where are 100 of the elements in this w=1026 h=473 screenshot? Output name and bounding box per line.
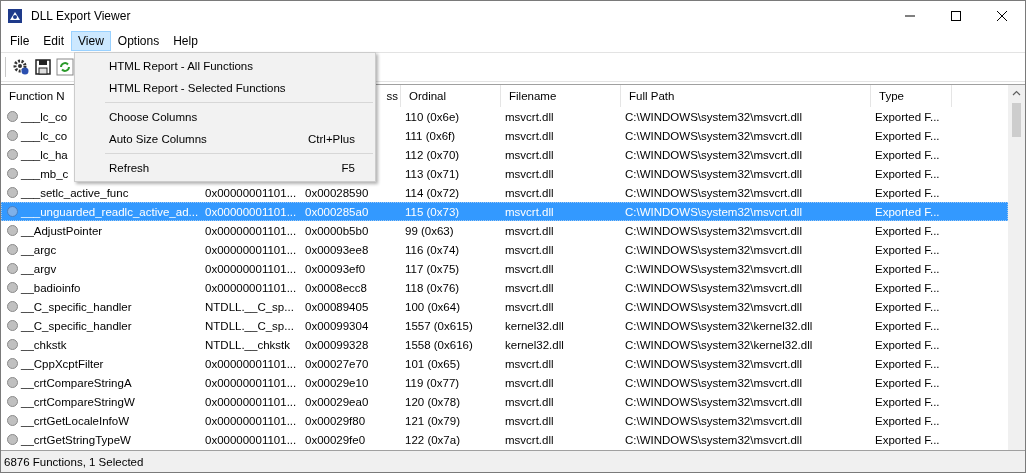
table-cell-text: 0x00000001101... xyxy=(204,357,298,370)
status-dot-icon xyxy=(7,244,18,255)
table-cell-text: C:\WINDOWS\system32\msvcrt.dll xyxy=(624,395,803,408)
status-dot-icon xyxy=(7,358,18,369)
table-cell-text: 1558 (0x616) xyxy=(404,338,474,351)
table-cell-text: 113 (0x71) xyxy=(404,167,461,180)
table-cell-text: 0x00000001101... xyxy=(204,376,298,389)
table-cell-text: C:\WINDOWS\system32\msvcrt.dll xyxy=(624,186,803,199)
table-cell-text: 118 (0x76) xyxy=(404,281,461,294)
menu-option[interactable]: Auto Size Columns Ctrl+Plus xyxy=(75,128,375,150)
table-cell-text: 110 (0x6e) xyxy=(404,110,461,123)
function-name-cell: ___mb_c xyxy=(21,167,69,180)
function-name-cell: ___lc_co xyxy=(21,129,68,142)
table-cell-text: C:\WINDOWS\system32\msvcrt.dll xyxy=(624,110,803,123)
menu-item[interactable]: View xyxy=(71,31,111,51)
table-cell-text: 0x00099304 xyxy=(304,319,370,332)
table-cell-text: Exported F... xyxy=(874,433,941,446)
table-cell-text: msvcrt.dll xyxy=(504,395,555,408)
table-cell-text: msvcrt.dll xyxy=(504,148,555,161)
menu-option[interactable]: HTML Report - Selected Functions xyxy=(75,77,375,99)
column-header[interactable]: Type xyxy=(879,90,904,102)
table-cell-text: msvcrt.dll xyxy=(504,414,555,427)
table-cell-text: msvcrt.dll xyxy=(504,376,555,389)
function-name-cell: __AdjustPointer xyxy=(21,224,103,237)
menu-item[interactable]: Edit xyxy=(36,31,72,51)
table-cell-text: 119 (0x77) xyxy=(404,376,461,389)
table-cell-text: 112 (0x70) xyxy=(404,148,461,161)
table-cell-text: Exported F... xyxy=(874,414,941,427)
table-cell-text: NTDLL.__C_sp... xyxy=(204,319,295,332)
status-dot-icon xyxy=(7,206,18,217)
scroll-thumb[interactable] xyxy=(1012,103,1021,137)
table-cell-text: 101 (0x65) xyxy=(404,357,461,370)
status-dot-icon xyxy=(7,415,18,426)
table-cell-text: msvcrt.dll xyxy=(504,129,555,142)
table-cell-text: msvcrt.dll xyxy=(504,243,555,256)
table-cell-text: 0x00028590 xyxy=(304,186,370,199)
status-dot-icon xyxy=(7,282,18,293)
column-header[interactable]: Function N xyxy=(9,90,65,102)
menu-option[interactable]: HTML Report - All Functions xyxy=(75,55,375,77)
table-cell-text: C:\WINDOWS\system32\msvcrt.dll xyxy=(624,376,803,389)
scrollbar[interactable] xyxy=(1008,85,1025,450)
save-icon[interactable] xyxy=(34,58,52,76)
table-cell-text: C:\WINDOWS\system32\msvcrt.dll xyxy=(624,357,803,370)
table-cell-text: msvcrt.dll xyxy=(504,262,555,275)
function-name-cell: __crtGetStringTypeW xyxy=(21,433,131,446)
table-cell-text: Exported F... xyxy=(874,110,941,123)
table-cell-text: 0x00089405 xyxy=(304,300,370,313)
maximize-icon[interactable] xyxy=(951,11,961,21)
table-cell-text: msvcrt.dll xyxy=(504,357,555,370)
table-cell-text: msvcrt.dll xyxy=(504,110,555,123)
table-cell-text: 0x00027e70 xyxy=(304,357,370,370)
table-cell-text: 0x00000001101... xyxy=(204,243,298,256)
table-cell-text: 116 (0x74) xyxy=(404,243,461,256)
table-cell-text: 0x00099328 xyxy=(304,338,370,351)
function-name-cell: ___setlc_active_func xyxy=(21,186,129,199)
function-name-cell: __C_specific_handler xyxy=(21,300,132,313)
app-icon xyxy=(7,8,23,24)
menu-item[interactable]: File xyxy=(3,31,37,51)
table-cell-text: C:\WINDOWS\system32\msvcrt.dll xyxy=(624,205,803,218)
table-cell-text: C:\WINDOWS\system32\kernel32.dll xyxy=(624,319,814,332)
status-dot-icon xyxy=(7,377,18,388)
column-header[interactable]: Full Path xyxy=(629,90,675,102)
table-cell-text: 120 (0x78) xyxy=(404,395,461,408)
table-cell-text: 122 (0x7a) xyxy=(404,433,461,446)
table-cell-text: 114 (0x72) xyxy=(404,186,461,199)
menu-item[interactable]: Options xyxy=(110,31,167,51)
table-cell-text: kernel32.dll xyxy=(504,319,565,332)
table-cell-text: C:\WINDOWS\system32\msvcrt.dll xyxy=(624,148,803,161)
table-cell-text: Exported F... xyxy=(874,300,941,313)
table-cell-text: kernel32.dll xyxy=(504,338,565,351)
table-cell-text: 1557 (0x615) xyxy=(404,319,474,332)
function-name-cell: __C_specific_handler xyxy=(21,319,132,332)
table-cell-text: 0x00000001101... xyxy=(204,414,298,427)
table-cell-text: C:\WINDOWS\system32\msvcrt.dll xyxy=(624,262,803,275)
close-icon[interactable] xyxy=(997,11,1007,21)
window-title: DLL Export Viewer xyxy=(31,9,132,23)
table-cell-text: msvcrt.dll xyxy=(504,281,555,294)
table-cell-text: 115 (0x73) xyxy=(404,205,461,218)
table-cell-text: 100 (0x64) xyxy=(404,300,461,313)
menu-option[interactable]: Refresh F5 xyxy=(75,157,375,179)
table-cell-text: NTDLL.__chkstk xyxy=(204,338,291,351)
table-cell-text: 0x00000001101... xyxy=(204,186,298,199)
menu-option[interactable]: Choose Columns xyxy=(75,106,375,128)
table-cell-text: 0x0008ecc8 xyxy=(304,281,369,294)
status-dot-icon xyxy=(7,434,18,445)
table-cell-text: Exported F... xyxy=(874,167,941,180)
table-cell-text: C:\WINDOWS\system32\msvcrt.dll xyxy=(624,281,803,294)
status-dot-icon xyxy=(7,396,18,407)
gear-icon[interactable] xyxy=(12,58,30,76)
table-cell-text: Exported F... xyxy=(874,338,941,351)
refresh-icon[interactable] xyxy=(56,58,74,76)
function-name-cell: __argc xyxy=(21,243,57,256)
column-header[interactable]: Filename xyxy=(509,90,557,102)
menu-item[interactable]: Help xyxy=(166,31,205,51)
table-cell-text: Exported F... xyxy=(874,205,941,218)
function-name-cell: __crtGetLocaleInfoW xyxy=(21,414,130,427)
table-cell-text: Exported F... xyxy=(874,129,941,142)
table-cell-text: Exported F... xyxy=(874,281,941,294)
column-header[interactable]: ss xyxy=(386,90,398,102)
column-header[interactable]: Ordinal xyxy=(409,90,447,102)
